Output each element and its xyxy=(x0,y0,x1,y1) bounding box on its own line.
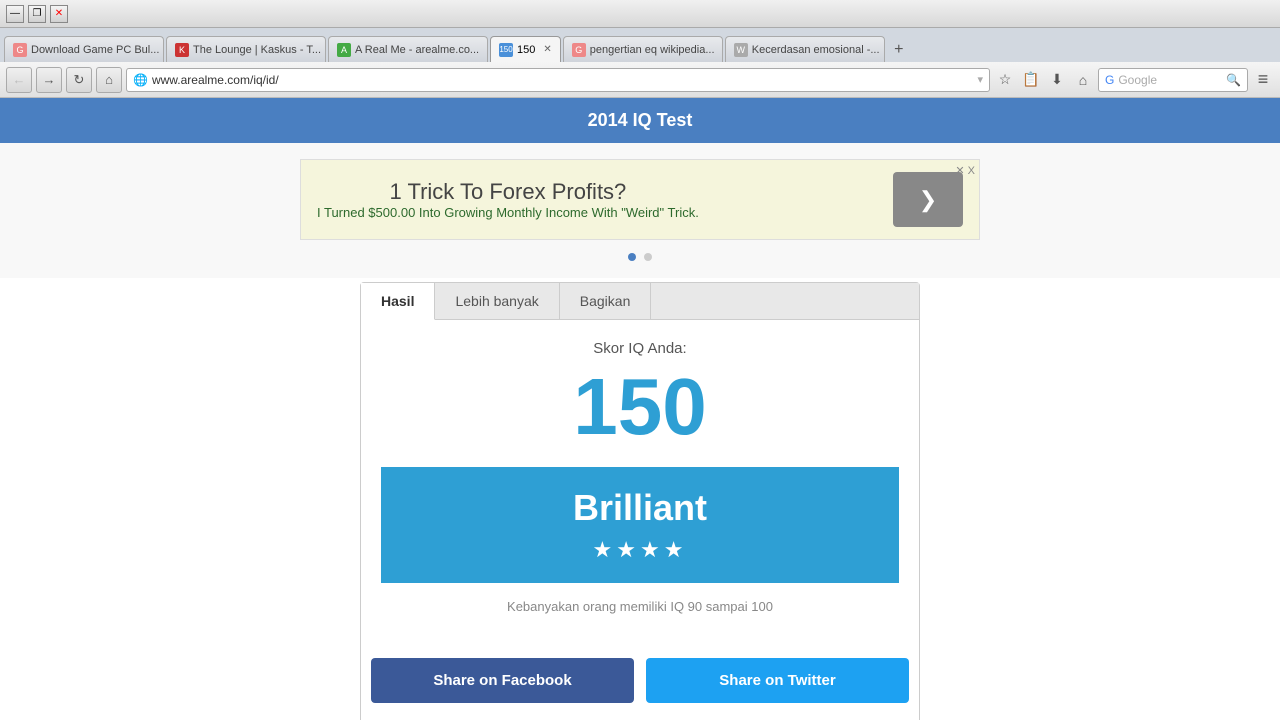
score-number: 150 xyxy=(381,367,899,447)
tab-label-2: The Lounge | Kaskus - T... xyxy=(193,44,321,56)
address-icon: 🌐 xyxy=(133,73,148,87)
tab-close-4[interactable]: ✕ xyxy=(543,44,551,55)
maximize-button[interactable]: ❐ xyxy=(28,5,46,23)
nav-icons-right: ☆ 📋 ⬇ ⌂ xyxy=(994,69,1094,91)
title-bar: — ❐ ✕ xyxy=(0,0,1280,28)
refresh-button[interactable]: ↻ xyxy=(66,67,92,93)
title-bar-left: — ❐ ✕ xyxy=(6,5,68,23)
tab-5[interactable]: G pengertian eq wikipedia... ✕ xyxy=(563,36,723,62)
tab-label-3: A Real Me - arealme.co... xyxy=(355,44,479,56)
tab-label-5: pengertian eq wikipedia... xyxy=(590,44,715,56)
tab-label-6: Kecerdasan emosional -... xyxy=(752,44,880,56)
ad-title: 1 Trick To Forex Profits? xyxy=(317,179,699,205)
result-description: Kebanyakan orang memiliki IQ 90 sampai 1… xyxy=(381,599,899,614)
card-body: Skor IQ Anda: 150 Brilliant ★★★★ Kebanya… xyxy=(361,320,919,658)
search-icon: 🔍 xyxy=(1226,73,1241,87)
tab-favicon-3: A xyxy=(337,43,351,57)
forward-button[interactable]: → xyxy=(36,67,62,93)
bookmark-star-button[interactable]: ☆ xyxy=(994,69,1016,91)
share-twitter-button[interactable]: Share on Twitter xyxy=(646,658,909,703)
card-tab-spacer xyxy=(651,283,919,319)
result-title: Brilliant xyxy=(401,487,879,529)
tab-favicon-1: G xyxy=(13,43,27,57)
browser-chrome: — ❐ ✕ G Download Game PC Bul... ✕ K The … xyxy=(0,0,1280,98)
ad-dots xyxy=(0,248,1280,266)
ad-text: 1 Trick To Forex Profits? I Turned $500.… xyxy=(317,179,699,220)
tab-1[interactable]: G Download Game PC Bul... ✕ xyxy=(4,36,164,62)
share-facebook-button[interactable]: Share on Facebook xyxy=(371,658,634,703)
ad-dot-2[interactable] xyxy=(644,253,652,261)
home-nav-button[interactable]: ⌂ xyxy=(1072,69,1094,91)
bookmark-list-button[interactable]: 📋 xyxy=(1020,69,1042,91)
download-button[interactable]: ⬇ xyxy=(1046,69,1068,91)
main-card: Hasil Lebih banyak Bagikan Skor IQ Anda:… xyxy=(360,282,920,720)
search-engine-icon: G xyxy=(1105,73,1114,87)
ad-close-button[interactable]: ✕ X xyxy=(955,164,975,177)
nav-bar: ← → ↻ ⌂ 🌐 www.arealme.com/iq/id/ ▾ ☆ 📋 ⬇… xyxy=(0,62,1280,98)
minimize-button[interactable]: — xyxy=(6,5,24,23)
tab-label-4: 150 xyxy=(517,44,535,56)
search-bar[interactable]: G Google 🔍 xyxy=(1098,68,1248,92)
tab-bagikan[interactable]: Bagikan xyxy=(560,283,652,319)
address-text: www.arealme.com/iq/id/ xyxy=(152,73,978,87)
ad-dot-1[interactable] xyxy=(628,253,636,261)
close-button[interactable]: ✕ xyxy=(50,5,68,23)
card-tabs: Hasil Lebih banyak Bagikan xyxy=(361,283,919,320)
tab-lebih-banyak[interactable]: Lebih banyak xyxy=(435,283,559,319)
score-label: Skor IQ Anda: xyxy=(381,340,899,357)
tab-favicon-5: G xyxy=(572,43,586,57)
tab-2[interactable]: K The Lounge | Kaskus - T... ✕ xyxy=(166,36,326,62)
tab-hasil[interactable]: Hasil xyxy=(361,283,435,320)
ssl-icon: ▾ xyxy=(977,73,983,86)
tab-4[interactable]: 150 150 ✕ xyxy=(490,36,561,62)
ad-banner: 1 Trick To Forex Profits? I Turned $500.… xyxy=(300,159,980,240)
home-button[interactable]: ⌂ xyxy=(96,67,122,93)
tab-3[interactable]: A A Real Me - arealme.co... ✕ xyxy=(328,36,488,62)
back-button[interactable]: ← xyxy=(6,67,32,93)
search-placeholder: Google xyxy=(1118,73,1157,87)
tab-label-1: Download Game PC Bul... xyxy=(31,44,159,56)
menu-button[interactable]: ≡ xyxy=(1252,69,1274,91)
tab-favicon-6: W xyxy=(734,43,748,57)
tab-favicon-4: 150 xyxy=(499,43,513,57)
tab-close-3[interactable]: ✕ xyxy=(487,44,488,55)
page-content: 2014 IQ Test 1 Trick To Forex Profits? I… xyxy=(0,98,1280,720)
tab-bar: G Download Game PC Bul... ✕ K The Lounge… xyxy=(0,28,1280,62)
share-buttons: Share on Facebook Share on Twitter xyxy=(361,658,919,720)
result-banner: Brilliant ★★★★ xyxy=(381,467,899,583)
tab-6[interactable]: W Kecerdasan emosional -... ✕ xyxy=(725,36,885,62)
ad-cta-button[interactable]: ❯ xyxy=(893,172,963,227)
ad-subtitle: I Turned $500.00 Into Growing Monthly In… xyxy=(317,205,699,220)
site-header-title: 2014 IQ Test xyxy=(588,110,693,130)
result-stars: ★★★★ xyxy=(401,537,879,563)
new-tab-button[interactable]: + xyxy=(887,38,911,62)
site-header: 2014 IQ Test xyxy=(0,98,1280,143)
address-bar[interactable]: 🌐 www.arealme.com/iq/id/ ▾ xyxy=(126,68,990,92)
tab-favicon-2: K xyxy=(175,43,189,57)
